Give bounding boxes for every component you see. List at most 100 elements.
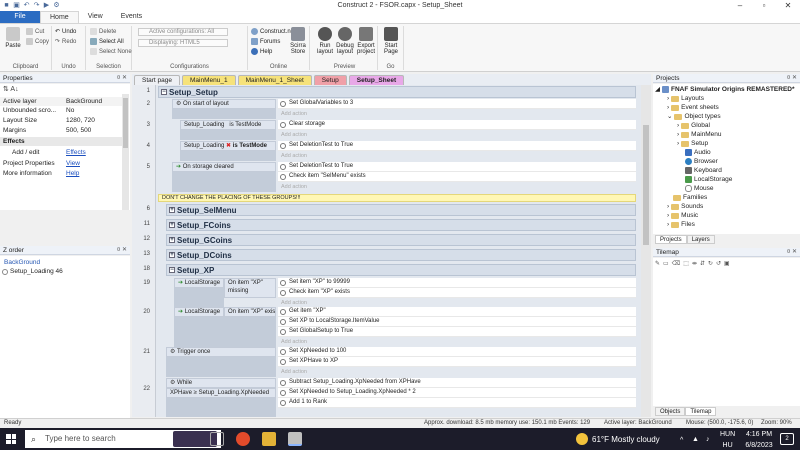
event-action[interactable]: Add 1 to Rank — [278, 398, 636, 408]
event-action[interactable]: Set DeletionTest to True — [278, 141, 636, 151]
mirror-icon[interactable]: ⇹ — [692, 260, 697, 270]
event-action[interactable]: Check item "XP" exists — [278, 288, 636, 298]
prop-row[interactable]: Unbounded scro... No — [0, 106, 122, 115]
taskbar-search[interactable]: ⌕ Type here to search — [25, 430, 221, 448]
editor-scrollbar[interactable] — [641, 85, 651, 417]
select-none-button[interactable]: Select None — [90, 48, 132, 55]
start-page-button[interactable]: Start Page — [380, 26, 402, 55]
effects-link[interactable]: Effects — [66, 148, 86, 157]
tree-item-setup[interactable]: › Setup — [677, 139, 708, 148]
tree-item-sounds[interactable]: › Sounds — [667, 202, 703, 211]
event-action[interactable]: Check item "SelMenu" exists — [278, 172, 636, 182]
sort-icon[interactable]: ⇅ A↓ — [3, 85, 19, 93]
project-root[interactable]: ◢ FNAF Simulator Origins REMASTERED* — [655, 85, 795, 94]
undo-icon[interactable]: ↶ — [23, 2, 30, 9]
redo-icon[interactable]: ↷ — [33, 2, 40, 9]
scroll-thumb[interactable] — [123, 98, 128, 148]
tab-events[interactable]: Events — [112, 11, 151, 23]
tree-item-browser[interactable]: Browser — [685, 157, 718, 166]
tree-item-object-types[interactable]: ⌄ Object types — [667, 112, 721, 121]
event-condition-area[interactable] — [174, 288, 224, 308]
active-configurations-select[interactable]: Active configurations: All — [138, 28, 228, 36]
rectangle-icon[interactable]: ▭ — [663, 260, 669, 270]
weather-icon[interactable] — [576, 433, 588, 445]
event-comment[interactable]: DON'T CHANGE THE PLACING OF THESE GROUPS… — [158, 194, 636, 202]
fill-icon[interactable]: ⬚ — [683, 260, 689, 270]
add-action-link[interactable]: Add action — [278, 183, 307, 191]
select-all-button[interactable]: Select All — [90, 38, 124, 45]
scroll-thumb[interactable] — [643, 125, 649, 245]
add-action-link[interactable]: Add action — [278, 338, 307, 346]
notification-icon[interactable]: 2 — [780, 433, 794, 445]
event-condition-object[interactable]: ➔ LocalStorage — [174, 278, 224, 288]
close-button[interactable]: ✕ — [776, 0, 800, 11]
tree-item-music[interactable]: › Music — [667, 211, 698, 220]
event-condition-area[interactable] — [180, 151, 276, 161]
tab-setup-sheet[interactable]: Setup_Sheet — [348, 75, 405, 85]
tree-item-global[interactable]: › Global — [677, 121, 710, 130]
undo-button[interactable]: ↶ Undo — [55, 28, 76, 36]
tree-item-mouse[interactable]: Mouse — [685, 184, 714, 193]
group-setup-fcoins[interactable]: + Setup_FCoins — [166, 219, 636, 231]
save-icon[interactable]: ▣ — [13, 2, 20, 9]
add-action-link[interactable]: Add action — [278, 368, 307, 376]
pin-icon[interactable]: ¤ ✕ — [117, 74, 127, 83]
clock[interactable]: 4:16 PM 6/8/2023 — [744, 429, 774, 450]
event-condition[interactable]: ➔ On storage cleared — [172, 162, 276, 172]
run-layout-button[interactable]: Run layout — [314, 26, 336, 55]
windows-start-icon[interactable] — [6, 434, 16, 444]
properties-scrollbar[interactable] — [122, 94, 129, 210]
event-condition[interactable]: ⚙ On start of layout — [172, 99, 276, 109]
tree-item-keyboard[interactable]: Keyboard — [685, 166, 722, 175]
pin-icon[interactable]: ¤ ✕ — [787, 74, 797, 83]
event-condition-area[interactable] — [180, 130, 276, 140]
paste-button[interactable]: Paste — [2, 26, 24, 49]
tab-tilemap[interactable]: Tilemap — [685, 407, 717, 416]
event-action[interactable]: Set GlobalVariables to 3 — [278, 99, 636, 109]
tab-mainmenu-1-sheet[interactable]: MainMenu_1_Sheet — [237, 75, 312, 85]
tab-setup[interactable]: Setup — [313, 75, 347, 85]
add-action-link[interactable]: Add action — [278, 299, 307, 307]
expand-icon[interactable]: + — [169, 237, 175, 243]
minimize-button[interactable]: – — [728, 0, 752, 11]
redo-button[interactable]: ↷ Redo — [55, 38, 76, 46]
forums-button[interactable]: Forums — [251, 38, 280, 45]
expand-icon[interactable]: + — [169, 222, 175, 228]
group-setup-setup[interactable]: − Setup_Setup — [158, 86, 636, 98]
event-action[interactable]: Set GlobalSetup to True — [278, 327, 636, 337]
add-action-link[interactable]: Add action — [278, 152, 307, 160]
export-project-button[interactable]: Export project — [355, 26, 377, 55]
zorder-item[interactable]: Setup_Loading 46 — [2, 268, 63, 275]
tab-layers[interactable]: Layers — [686, 235, 715, 244]
group-setup-xp[interactable]: − Setup_XP — [166, 264, 636, 276]
add-action-link[interactable]: Add action — [278, 110, 307, 118]
tree-item-audio[interactable]: Audio — [685, 148, 711, 157]
event-condition-area[interactable] — [166, 398, 276, 417]
event-condition[interactable]: XPHave ≥ Setup_Loading.XpNeeded — [166, 388, 276, 398]
event-action[interactable]: Subtract Setup_Loading.XpNeeded from XPH… — [278, 378, 636, 388]
delete-button[interactable]: Delete — [90, 28, 116, 35]
rotate-ccw-icon[interactable]: ↺ — [716, 260, 721, 270]
tab-home[interactable]: Home — [40, 11, 79, 23]
debug-layout-button[interactable]: Debug layout — [334, 26, 356, 55]
group-setup-gcoins[interactable]: + Setup_GCoins — [166, 234, 636, 246]
tab-start-page[interactable]: Start page — [134, 75, 180, 85]
chrome-icon[interactable] — [236, 432, 250, 446]
help-button[interactable]: Help — [251, 48, 272, 55]
tab-view[interactable]: View — [79, 11, 112, 23]
tab-projects[interactable]: Projects — [655, 235, 687, 244]
tab-file[interactable]: File — [0, 11, 40, 23]
tray-chevron-icon[interactable]: ^ — [680, 435, 683, 446]
language-indicator[interactable]: HUN HU — [720, 429, 735, 450]
event-condition[interactable]: ⚙ Trigger once — [166, 347, 276, 357]
save-tile-icon[interactable]: ▣ — [724, 260, 730, 270]
displaying-select[interactable]: Displaying: HTML5 — [138, 39, 228, 47]
event-condition[interactable]: Setup_Loading is TestMode — [180, 120, 276, 130]
group-setup-dcoins[interactable]: + Setup_DCoins — [166, 249, 636, 261]
tab-mainmenu-1[interactable]: MainMenu_1 — [182, 75, 236, 85]
scirra-store-button[interactable]: Scirra Store — [287, 26, 309, 55]
tree-item-mainmenu[interactable]: › MainMenu — [677, 130, 722, 139]
construct-taskbar-icon[interactable] — [288, 432, 302, 446]
event-action[interactable]: Set XP to LocalStorage.ItemValue — [278, 317, 636, 327]
network-icon[interactable]: ▲ — [692, 434, 699, 445]
